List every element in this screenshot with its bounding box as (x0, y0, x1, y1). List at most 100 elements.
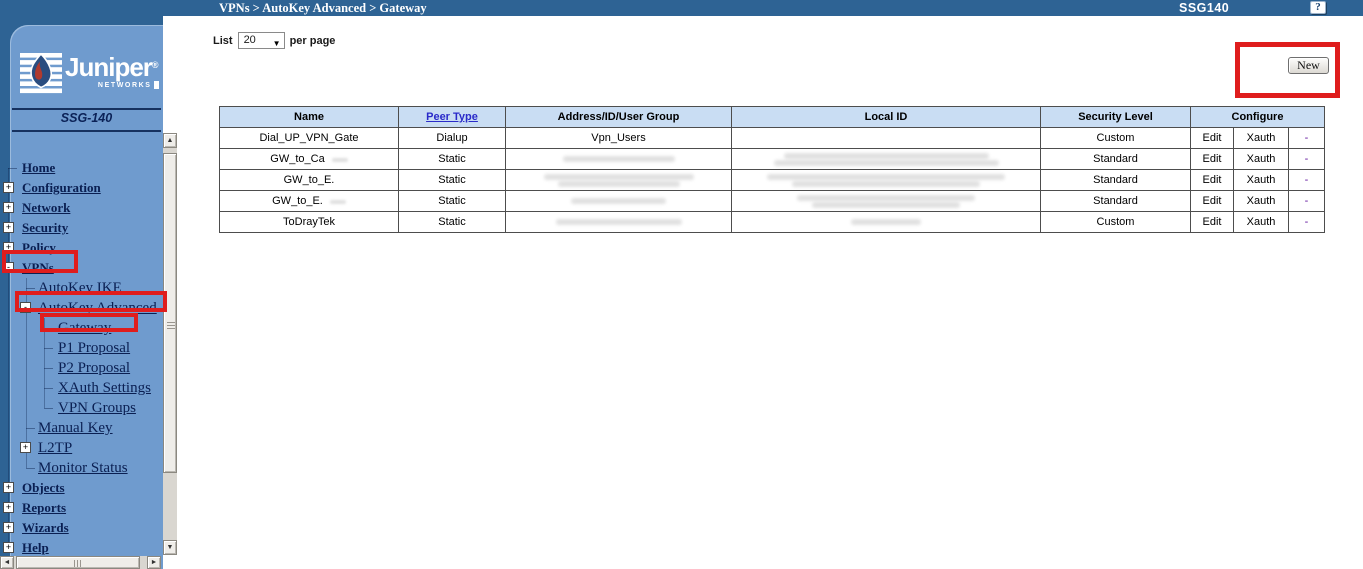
expand-plus-icon[interactable]: + (3, 482, 14, 493)
sidebar-item-network[interactable]: + Network (0, 198, 163, 218)
new-button[interactable]: New (1288, 57, 1329, 74)
column-header-address: Address/ID/User Group (506, 107, 732, 128)
sidebar-item-objects[interactable]: + Objects (0, 478, 163, 498)
sidebar-item-label[interactable]: Policy (22, 240, 56, 255)
vertical-scroll-thumb[interactable] (163, 153, 177, 473)
sidebar-item-manual-key[interactable]: Manual Key (0, 418, 163, 438)
gateway-table: Name Peer Type Address/ID/User Group Loc… (219, 106, 1325, 233)
sidebar-item-label[interactable]: Monitor Status (38, 460, 128, 476)
sidebar-item-label[interactable]: Home (22, 160, 55, 175)
sidebar-item-label[interactable]: P1 Proposal (58, 340, 130, 356)
sidebar-item-label[interactable]: Security (22, 220, 68, 235)
sidebar-item-label[interactable]: Gateway (58, 320, 111, 336)
help-icon[interactable]: ? (1310, 1, 1326, 14)
cell-address (506, 170, 732, 191)
sidebar-horizontal-scrollbar[interactable]: ◄ ► (0, 556, 161, 569)
sidebar-item-label[interactable]: AutoKey Advanced (38, 300, 157, 316)
gateway-name: GW_to_E. (284, 174, 335, 186)
sidebar-item-label[interactable]: Network (22, 200, 70, 215)
cell-address (506, 212, 732, 233)
redacted-smudge (812, 202, 960, 208)
expand-plus-icon[interactable]: + (3, 502, 14, 513)
redacted-smudge (767, 174, 1005, 180)
sidebar-item-label[interactable]: VPNs (22, 260, 54, 275)
expand-plus-icon[interactable]: + (20, 442, 31, 453)
sidebar-vertical-scrollbar[interactable]: ▲ ▼ (163, 133, 177, 555)
logo-text: Juniper® NETWORKS (65, 52, 159, 89)
sidebar-item-monitor-status[interactable]: Monitor Status (0, 458, 163, 478)
sidebar-item-wizards[interactable]: + Wizards (0, 518, 163, 538)
xauth-link[interactable]: Xauth (1247, 174, 1276, 186)
main-content: List 20 ▼ per page New Name Peer Type Ad… (178, 16, 1363, 569)
edit-link[interactable]: Edit (1203, 174, 1222, 186)
sidebar-item-vpns[interactable]: -VPNs (0, 258, 163, 278)
sidebar-item-label[interactable]: XAuth Settings (58, 380, 151, 396)
expand-plus-icon[interactable]: + (3, 542, 14, 553)
sidebar-item-l2tp[interactable]: + L2TP (0, 438, 163, 458)
edit-link[interactable]: Edit (1203, 153, 1222, 165)
model-label: SSG-140 (10, 111, 163, 125)
sidebar-item-configuration[interactable]: + Configuration (0, 178, 163, 198)
sidebar-item-label[interactable]: Reports (22, 500, 66, 515)
expand-plus-icon[interactable]: + (3, 242, 14, 253)
xauth-link[interactable]: Xauth (1247, 195, 1276, 207)
xauth-link[interactable]: Xauth (1247, 216, 1276, 228)
scroll-left-icon[interactable]: ◄ (0, 556, 14, 569)
sidebar-item-label[interactable]: Objects (22, 480, 65, 495)
brand-name: Juniper® (65, 52, 159, 80)
sidebar-item-label[interactable]: Manual Key (38, 420, 113, 436)
sidebar-item-help[interactable]: + Help (0, 538, 163, 558)
sidebar-item-autokey-advanced[interactable]: -AutoKey Advanced (0, 298, 163, 318)
peer-type-sort-link[interactable]: Peer Type (426, 111, 478, 123)
no-action-label: - (1305, 195, 1309, 207)
table-header-row: Name Peer Type Address/ID/User Group Loc… (220, 107, 1325, 128)
xauth-link[interactable]: Xauth (1247, 153, 1276, 165)
sidebar-item-xauth-settings[interactable]: XAuth Settings (0, 378, 163, 398)
collapse-minus-icon[interactable]: - (20, 302, 31, 313)
collapse-minus-icon[interactable]: - (3, 262, 14, 273)
expand-plus-icon[interactable]: + (3, 222, 14, 233)
horizontal-scroll-thumb[interactable] (16, 556, 140, 569)
sidebar-item-label[interactable]: L2TP (38, 440, 72, 456)
security-level-value: Custom (1097, 132, 1135, 144)
sidebar-item-label[interactable]: VPN Groups (58, 400, 136, 416)
sidebar-item-vpn-groups[interactable]: VPN Groups (0, 398, 163, 418)
scroll-down-icon[interactable]: ▼ (163, 540, 177, 555)
flame-icon (20, 52, 62, 94)
sidebar-item-gateway[interactable]: Gateway (0, 318, 163, 338)
cell-name: Dial_UP_VPN_Gate (220, 128, 399, 149)
expand-plus-icon[interactable]: + (3, 522, 14, 533)
edit-link[interactable]: Edit (1203, 132, 1222, 144)
edit-link[interactable]: Edit (1203, 195, 1222, 207)
sidebar-item-reports[interactable]: + Reports (0, 498, 163, 518)
cell-configure-edit: Edit (1191, 149, 1234, 170)
sidebar-item-label[interactable]: Configuration (22, 180, 101, 195)
page-size-select[interactable]: 20 ▼ (238, 32, 285, 49)
cell-configure-xauth: Xauth (1234, 212, 1289, 233)
thumb-grip (74, 560, 82, 567)
sidebar-item-autokey-ike[interactable]: AutoKey IKE (0, 278, 163, 298)
sidebar-item-policy[interactable]: + Policy (0, 238, 163, 258)
expand-plus-icon[interactable]: + (3, 182, 14, 193)
sidebar-item-label[interactable]: Help (22, 540, 49, 555)
expand-plus-icon[interactable]: + (3, 202, 14, 213)
cell-local-id (732, 191, 1041, 212)
redacted-smudge (851, 219, 921, 225)
xauth-link[interactable]: Xauth (1247, 132, 1276, 144)
gateway-name: Dial_UP_VPN_Gate (259, 132, 358, 144)
scroll-right-icon[interactable]: ► (147, 556, 161, 569)
sidebar-item-p2-proposal[interactable]: P2 Proposal (0, 358, 163, 378)
sidebar-item-label[interactable]: P2 Proposal (58, 360, 130, 376)
cell-peer-type: Static (399, 191, 506, 212)
sidebar-item-label[interactable]: AutoKey IKE (38, 280, 122, 296)
sidebar-item-label[interactable]: Wizards (22, 520, 69, 535)
scroll-up-icon[interactable]: ▲ (163, 133, 177, 148)
cell-configure-edit: Edit (1191, 212, 1234, 233)
tree-connector (44, 408, 53, 409)
redacted-smudge (544, 174, 694, 180)
cell-security-level: Custom (1041, 128, 1191, 149)
sidebar-item-p1-proposal[interactable]: P1 Proposal (0, 338, 163, 358)
sidebar-item-security[interactable]: + Security (0, 218, 163, 238)
edit-link[interactable]: Edit (1203, 216, 1222, 228)
sidebar-item-home[interactable]: Home (0, 158, 163, 178)
